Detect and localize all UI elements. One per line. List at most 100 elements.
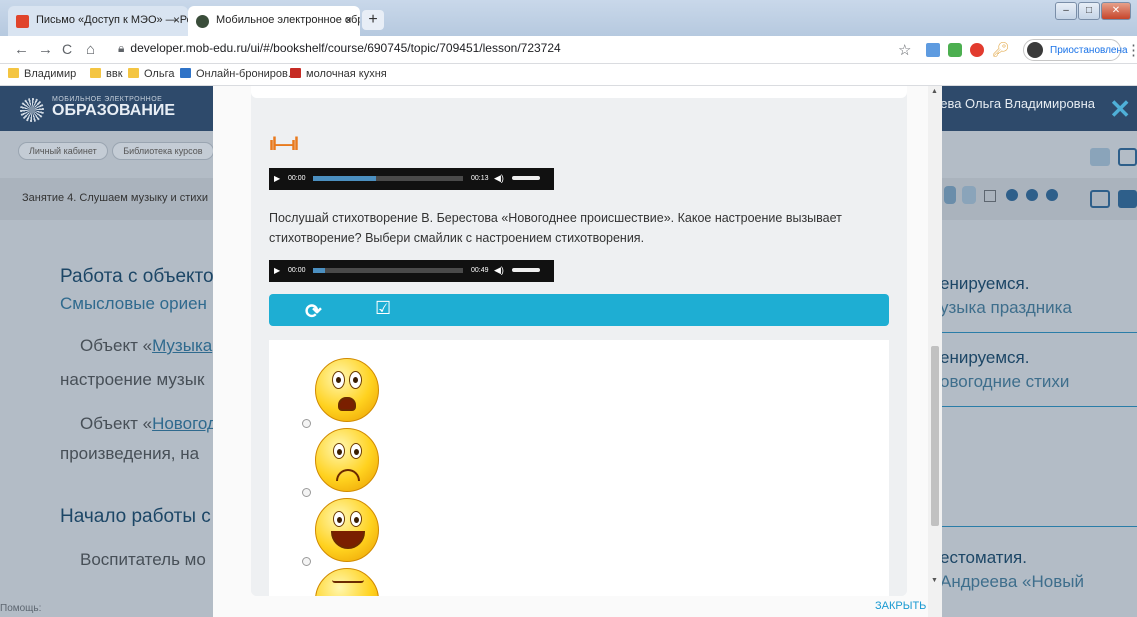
nav-dot-icon[interactable] (962, 186, 976, 204)
nav-dot-icon[interactable] (1026, 189, 1038, 201)
url-field[interactable]: 🔒︎ developer.mob-edu.ru/ui/#/bookshelf/co… (118, 41, 561, 56)
close-icon[interactable]: ✕ (1109, 94, 1131, 125)
help-label: Помощь: (0, 603, 42, 614)
paragraph: настроение музык (60, 370, 205, 389)
exercise-toolbar: ⟳ ☑ (269, 294, 889, 326)
bookmark-star-icon[interactable]: ☆ (898, 41, 911, 59)
bookmarks-bar: Владимир ввк Ольга Онлайн-брониров... мо… (0, 64, 1137, 86)
browser-tab-strip: Письмо «Доступ к МЭО» — Рос × Мобильное … (0, 0, 1137, 36)
section-subheading: Смысловые ориен (60, 294, 207, 313)
help-bar: Помощь: (0, 603, 41, 614)
back-icon[interactable]: ← (14, 41, 29, 58)
book-icon[interactable] (1090, 148, 1110, 166)
maximize-button[interactable]: □ (1078, 2, 1100, 20)
extension-icon[interactable] (970, 43, 984, 57)
object-link[interactable]: Музыка (152, 336, 212, 355)
exercise-card: ıl—ıl ▶ 00:00 00:13 ◀) Послушай стихотво… (251, 118, 907, 596)
close-tab-icon[interactable]: × (173, 13, 180, 27)
menu-icon[interactable]: ⋮ (1126, 41, 1137, 59)
side-item-sub[interactable]: овогодние стихи (940, 372, 1069, 392)
side-item-title[interactable]: енируемся. (940, 274, 1029, 294)
volume-slider[interactable] (512, 176, 540, 180)
bookmark-item[interactable]: Владимир (8, 68, 76, 80)
player-duration: 00:49 (471, 267, 489, 274)
tab-mob-edu-label: Мобильное электронное обра: (216, 14, 360, 26)
bookmark-item[interactable]: Онлайн-брониров... (180, 68, 297, 80)
previous-card (251, 86, 907, 98)
answer-radio[interactable] (302, 488, 311, 497)
volume-slider[interactable] (512, 268, 540, 272)
breadcrumb-item[interactable]: Личный кабинет (18, 142, 108, 160)
lock-icon: 🔒︎ (118, 41, 125, 55)
breadcrumb-item[interactable]: Библиотека курсов (112, 142, 214, 160)
exercise-modal: ıl—ıl ▶ 00:00 00:13 ◀) Послушай стихотво… (213, 86, 928, 617)
volume-icon[interactable]: ◀) (494, 173, 504, 184)
scrollbar-thumb[interactable] (931, 346, 939, 526)
breadcrumb: Личный кабинет Библиотека курсов (18, 142, 216, 160)
close-modal-button[interactable]: ЗАКРЫТЬ (875, 600, 926, 612)
extension-icon[interactable] (948, 43, 962, 57)
bookmark-item[interactable]: Ольга (128, 68, 174, 80)
player-seekbar[interactable] (313, 268, 463, 273)
happy-smiley-icon (315, 498, 379, 562)
side-item-title[interactable]: енируемся. (940, 348, 1029, 368)
nav-dot-icon[interactable] (1046, 189, 1058, 201)
play-icon[interactable]: ▶ (274, 266, 280, 275)
play-icon[interactable]: ▶ (274, 174, 280, 183)
modal-footer (213, 596, 928, 617)
nav-dot-icon[interactable] (944, 186, 956, 204)
scroll-down-icon[interactable]: ▼ (931, 577, 938, 584)
tab-mob-edu[interactable]: Мобильное электронное обра: × (188, 6, 360, 36)
site-logo[interactable]: МОБИЛЬНОЕ ЭЛЕКТРОННОЕ ОБРАЗОВАНИЕ (20, 96, 175, 122)
divider (940, 526, 1137, 527)
table-icon[interactable] (1118, 148, 1137, 166)
answer-radio[interactable] (302, 419, 311, 428)
tab-mail[interactable]: Письмо «Доступ к МЭО» — Рос × (8, 6, 188, 36)
nav-dot-icon[interactable] (1006, 189, 1018, 201)
tab-mail-label: Письмо «Доступ к МЭО» — Рос (36, 14, 188, 26)
scroll-up-icon[interactable]: ▲ (931, 88, 938, 95)
player-seekbar[interactable] (313, 176, 463, 181)
side-item-sub[interactable]: узыка праздника (940, 298, 1072, 318)
window-close-button[interactable]: ✕ (1101, 2, 1131, 20)
folder-icon (128, 68, 139, 78)
sad-smiley-icon (315, 428, 379, 492)
grid-icon[interactable] (1090, 190, 1110, 208)
bookmark-item[interactable]: ввк (90, 68, 123, 80)
object-link[interactable]: Новогод (152, 414, 217, 433)
avatar (1027, 42, 1043, 58)
player-current-time: 00:00 (288, 267, 306, 274)
check-icon[interactable]: ☑ (375, 298, 391, 319)
profile-status: Приостановлена (1050, 45, 1128, 56)
player-current-time: 00:00 (288, 175, 306, 182)
side-item-title[interactable]: естоматия. (940, 548, 1027, 568)
lesson-title: Занятие 4. Слушаем музыку и стихи (22, 192, 209, 204)
audio-player[interactable]: ▶ 00:00 00:49 ◀) (269, 260, 554, 282)
audio-player[interactable]: ▶ 00:00 00:13 ◀) (269, 168, 554, 190)
profile-button[interactable]: Приостановлена (1023, 39, 1128, 61)
close-tab-icon[interactable]: × (345, 13, 352, 27)
scared-smiley-icon (315, 358, 379, 422)
refresh-icon[interactable]: ⟳ (305, 299, 322, 324)
reload-icon[interactable]: C (62, 41, 72, 57)
url-text: developer.mob-edu.ru/ui/#/bookshelf/cour… (130, 41, 561, 55)
extension-icon[interactable] (926, 43, 940, 57)
modal-scrollbar[interactable]: ▲ ▼ (928, 86, 942, 617)
nav-more-icon[interactable] (984, 190, 996, 202)
mail-icon (16, 15, 29, 28)
new-tab-button[interactable]: + (362, 10, 384, 30)
key-icon[interactable]: 🔑︎ (992, 41, 1010, 58)
section-heading: Начало работы с (60, 506, 211, 527)
address-bar-row: ← → C ⌂ 🔒︎ developer.mob-edu.ru/ui/#/book… (0, 36, 1137, 64)
user-name[interactable]: ьева Ольга Владимировна ь) (933, 96, 1095, 120)
comment-icon[interactable] (1118, 190, 1137, 208)
forward-icon[interactable]: → (38, 41, 53, 58)
audio-wave-icon: ıl—ıl (269, 134, 299, 154)
answer-radio[interactable] (302, 557, 311, 566)
bookmark-item[interactable]: молочная кухня (290, 68, 387, 80)
folder-icon (8, 68, 19, 78)
volume-icon[interactable]: ◀) (494, 265, 504, 276)
side-item-sub[interactable]: Андреева «Новый (940, 572, 1084, 592)
home-icon[interactable]: ⌂ (86, 41, 95, 58)
minimize-button[interactable]: – (1055, 2, 1077, 20)
